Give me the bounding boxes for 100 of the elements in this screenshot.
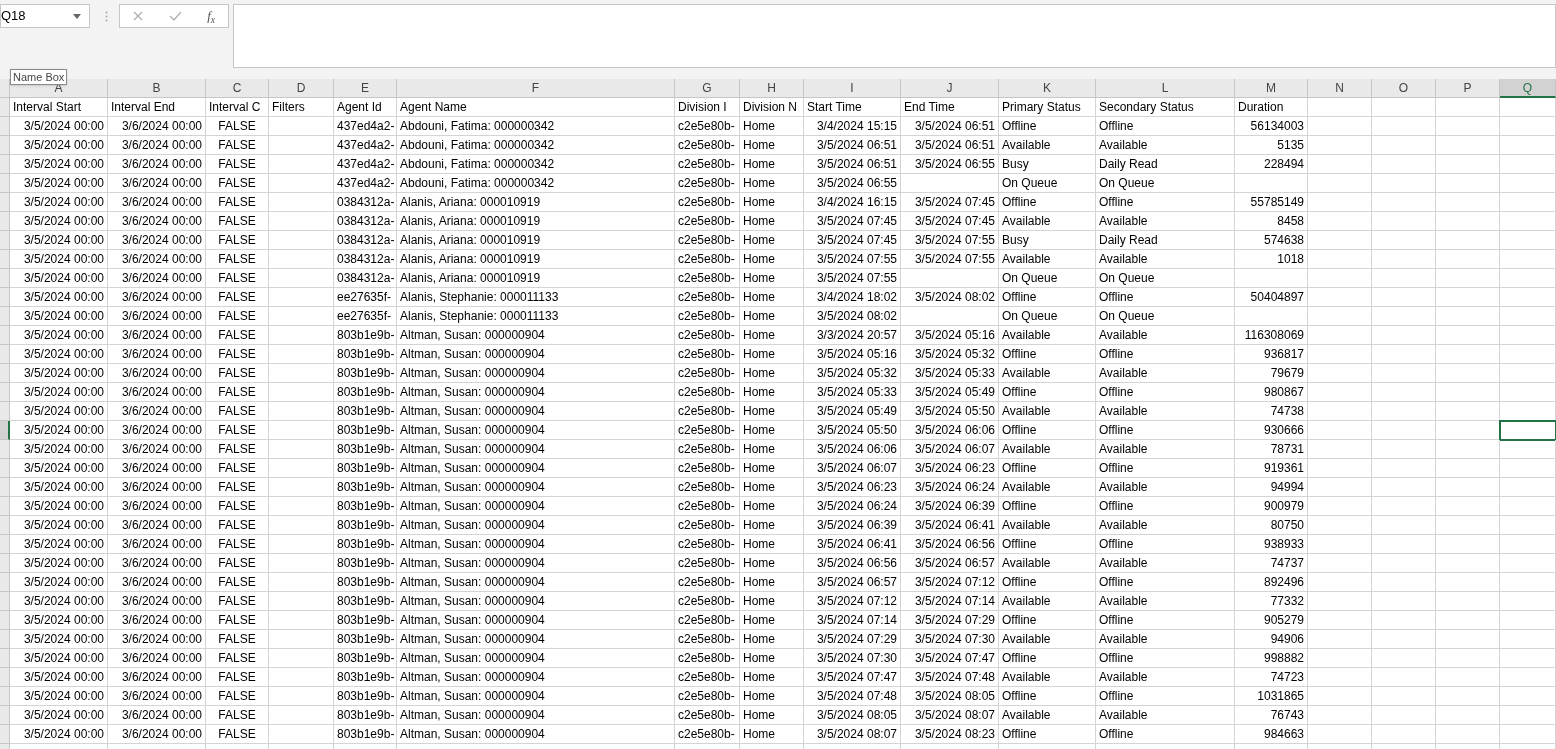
table-cell: Offline (999, 459, 1096, 478)
table-cell: FALSE (206, 440, 269, 459)
empty-cell (1500, 554, 1556, 573)
table-cell: 803b1e9b- (334, 459, 397, 478)
table-cell: FALSE (206, 497, 269, 516)
table-cell: 3/5/2024 07:45 (804, 231, 901, 250)
table-cell: 3/5/2024 05:32 (901, 345, 999, 364)
table-cell: Home (740, 573, 804, 592)
table-cell: Available (1096, 478, 1235, 497)
column-header[interactable]: F (397, 79, 675, 98)
empty-cell (269, 212, 334, 231)
insert-function-button[interactable]: f$_{x}$ (207, 6, 216, 26)
table-cell: c2e5e80b- (675, 307, 740, 326)
table-cell: Start Time (804, 98, 901, 117)
empty-cell (1308, 535, 1372, 554)
table-cell: On Queue (999, 269, 1096, 288)
row-header[interactable] (0, 421, 10, 440)
table-cell: 3/6/2024 00:00 (108, 383, 206, 402)
table-cell: 3/6/2024 00:00 (108, 459, 206, 478)
column-header[interactable]: O (1372, 79, 1436, 98)
empty-cell (1500, 269, 1556, 288)
table-cell: 3/5/2024 00:00 (10, 706, 108, 725)
name-box[interactable]: Q18 (0, 4, 90, 28)
table-cell: 3/5/2024 08:05 (804, 706, 901, 725)
table-cell: Home (740, 193, 804, 212)
column-header[interactable]: G (675, 79, 740, 98)
empty-cell (1372, 364, 1436, 383)
empty-cell (1436, 459, 1500, 478)
empty-cell (1308, 630, 1372, 649)
empty-cell (1500, 611, 1556, 630)
check-icon[interactable] (168, 11, 182, 21)
table-cell: Interval End (108, 98, 206, 117)
table-cell: 3/6/2024 00:00 (108, 706, 206, 725)
table-cell: 3/5/2024 07:14 (804, 611, 901, 630)
table-cell: 3/5/2024 06:07 (804, 459, 901, 478)
table-cell: c2e5e80b- (675, 250, 740, 269)
table-cell: c2e5e80b- (675, 630, 740, 649)
empty-cell (1308, 288, 1372, 307)
column-header[interactable]: B (108, 79, 206, 98)
column-header[interactable]: Q (1500, 79, 1556, 98)
table-cell: c2e5e80b- (675, 611, 740, 630)
column-header[interactable]: J (901, 79, 999, 98)
column-header[interactable]: L (1096, 79, 1235, 98)
empty-cell (1308, 687, 1372, 706)
column-header[interactable]: E (334, 79, 397, 98)
column-header[interactable]: P (1436, 79, 1500, 98)
table-cell: 3/5/2024 06:06 (901, 421, 999, 440)
table-cell: Division N (740, 98, 804, 117)
table-cell: Home (740, 231, 804, 250)
column-header[interactable]: H (740, 79, 804, 98)
table-cell: Offline (1096, 383, 1235, 402)
table-cell: Available (1096, 326, 1235, 345)
table-cell: 3/5/2024 06:23 (804, 478, 901, 497)
table-cell: Available (999, 478, 1096, 497)
empty-cell (269, 364, 334, 383)
active-cell[interactable] (1500, 421, 1556, 440)
table-cell: 3/6/2024 00:00 (108, 478, 206, 497)
table-cell: c2e5e80b- (675, 535, 740, 554)
table-cell: 3/5/2024 07:45 (804, 212, 901, 231)
table-cell: FALSE (206, 136, 269, 155)
column-header[interactable]: M (1235, 79, 1308, 98)
column-header[interactable]: K (999, 79, 1096, 98)
empty-cell (1372, 212, 1436, 231)
empty-cell (1500, 155, 1556, 174)
column-header[interactable]: N (1308, 79, 1372, 98)
column-header[interactable]: I (804, 79, 901, 98)
cancel-icon[interactable] (132, 11, 143, 21)
empty-cell (1372, 725, 1436, 744)
empty-cell (1308, 668, 1372, 687)
table-cell: 3/4/2024 16:15 (804, 193, 901, 212)
table-cell: Filters (269, 98, 334, 117)
empty-cell (269, 155, 334, 174)
empty-cell (1500, 687, 1556, 706)
table-cell: 3/5/2024 06:56 (901, 535, 999, 554)
empty-cell (1308, 592, 1372, 611)
table-cell: 0384312a- (334, 231, 397, 250)
empty-cell (1500, 231, 1556, 250)
table-cell: Available (1096, 250, 1235, 269)
column-header[interactable]: C (206, 79, 269, 98)
column-header[interactable]: D (269, 79, 334, 98)
table-cell: 76743 (1235, 706, 1308, 725)
table-cell: FALSE (206, 288, 269, 307)
empty-cell (269, 535, 334, 554)
empty-cell (269, 288, 334, 307)
table-cell: 3/5/2024 07:55 (804, 269, 901, 288)
select-all-corner[interactable] (0, 79, 10, 98)
formula-input[interactable] (233, 4, 1556, 68)
empty-cell (269, 649, 334, 668)
table-cell: c2e5e80b- (675, 345, 740, 364)
empty-cell (269, 402, 334, 421)
table-cell: 905279 (1235, 611, 1308, 630)
table-cell: 803b1e9b- (334, 516, 397, 535)
table-cell: 3/6/2024 00:00 (108, 345, 206, 364)
table-cell: Home (740, 364, 804, 383)
table-cell: Altman, Susan: 000000904 (397, 535, 675, 554)
empty-cell (1500, 668, 1556, 687)
table-cell: 3/5/2024 08:05 (901, 687, 999, 706)
empty-cell (1500, 136, 1556, 155)
table-cell: FALSE (206, 668, 269, 687)
empty-cell (1500, 383, 1556, 402)
